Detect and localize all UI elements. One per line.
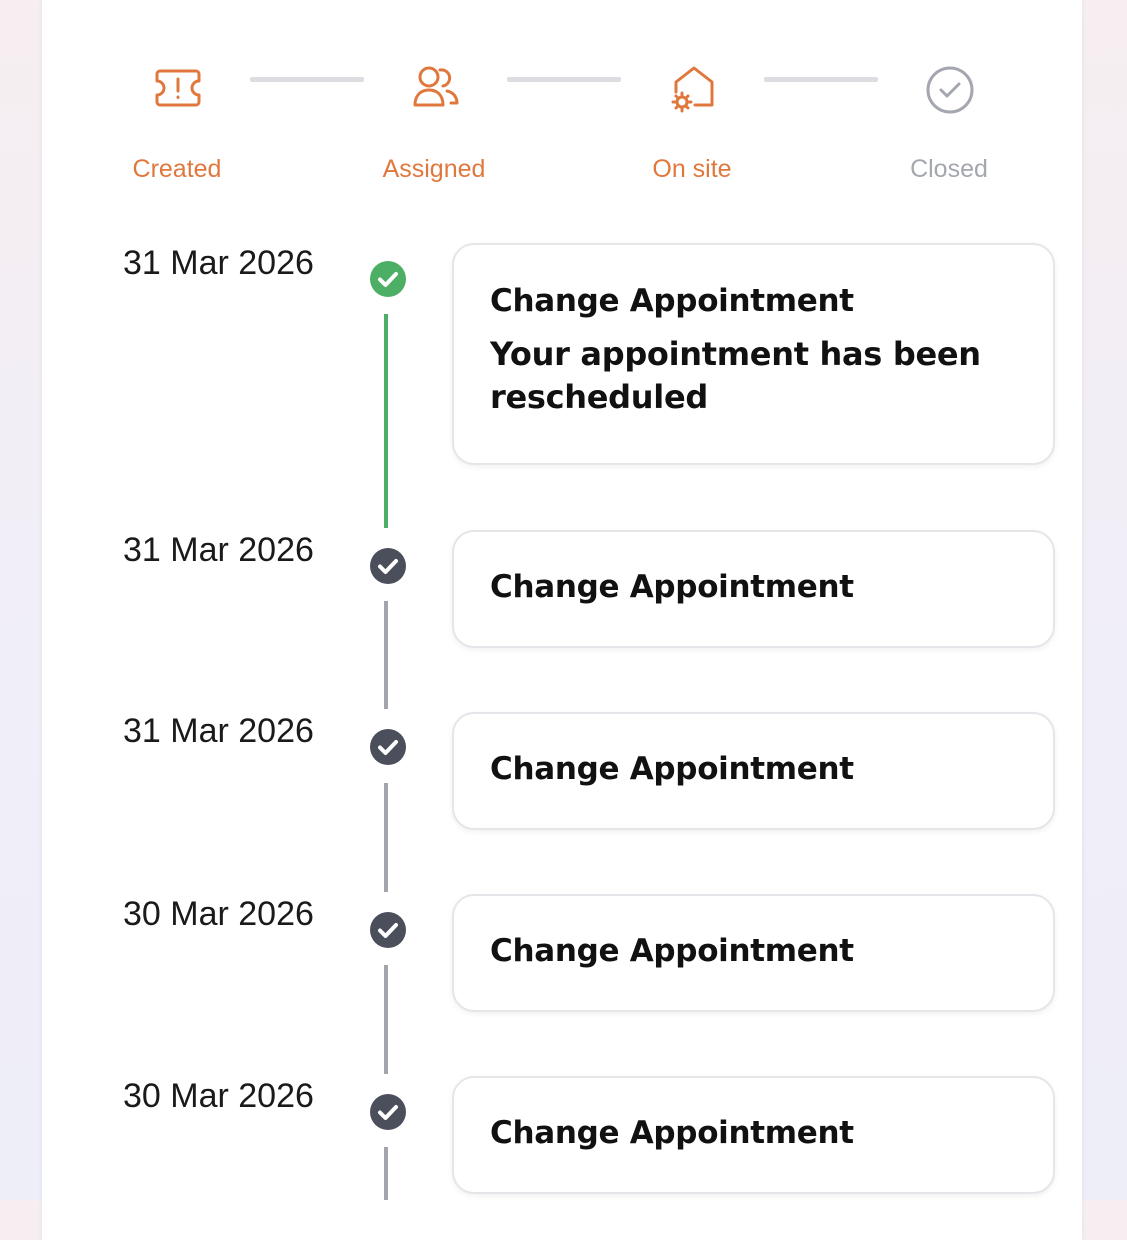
entry-title: Change Appointment [490, 933, 854, 969]
timeline-date: 31 Mar 2026 [123, 712, 314, 750]
step-label-closed: Closed [910, 155, 988, 183]
entry-title: Change Appointment [490, 751, 854, 787]
home-gear-icon [667, 62, 719, 114]
step-label-assigned: Assigned [382, 155, 486, 183]
timeline-date: 30 Mar 2026 [123, 1077, 314, 1115]
check-circle-icon [924, 62, 976, 114]
step-connector [764, 77, 878, 82]
timeline-connector [384, 314, 388, 528]
timeline-connector [384, 783, 388, 892]
timeline-entry-card[interactable]: Change Appointment [452, 530, 1055, 648]
step-connector [507, 77, 621, 82]
step-label-on-site: On site [652, 155, 732, 183]
check-circle-icon [370, 1094, 406, 1130]
timeline-entry-card[interactable]: Change Appointment [452, 712, 1055, 830]
timeline-connector [384, 1147, 388, 1200]
check-circle-icon [370, 548, 406, 584]
entry-title: Change Appointment [490, 1115, 854, 1151]
step-connector [250, 77, 364, 82]
users-icon [409, 62, 461, 114]
timeline-date: 31 Mar 2026 [123, 244, 314, 282]
step-label-created: Created [132, 155, 222, 183]
check-circle-icon [370, 261, 406, 297]
timeline-date: 31 Mar 2026 [123, 531, 314, 569]
timeline-entry-card[interactable]: Change Appointment [452, 894, 1055, 1012]
check-circle-icon [370, 912, 406, 948]
timeline-connector [384, 965, 388, 1074]
timeline-entry-card[interactable]: Change Appointment [452, 1076, 1055, 1194]
ticket-icon [152, 62, 204, 114]
check-circle-icon [370, 729, 406, 765]
entry-title: Change Appointment [490, 283, 854, 319]
timeline-entry-card[interactable]: Change Appointment Your appointment has … [452, 243, 1055, 465]
entry-description: Your appointment has been rescheduled [490, 335, 981, 416]
timeline-date: 30 Mar 2026 [123, 895, 314, 933]
timeline-connector [384, 601, 388, 709]
entry-title: Change Appointment [490, 569, 854, 605]
